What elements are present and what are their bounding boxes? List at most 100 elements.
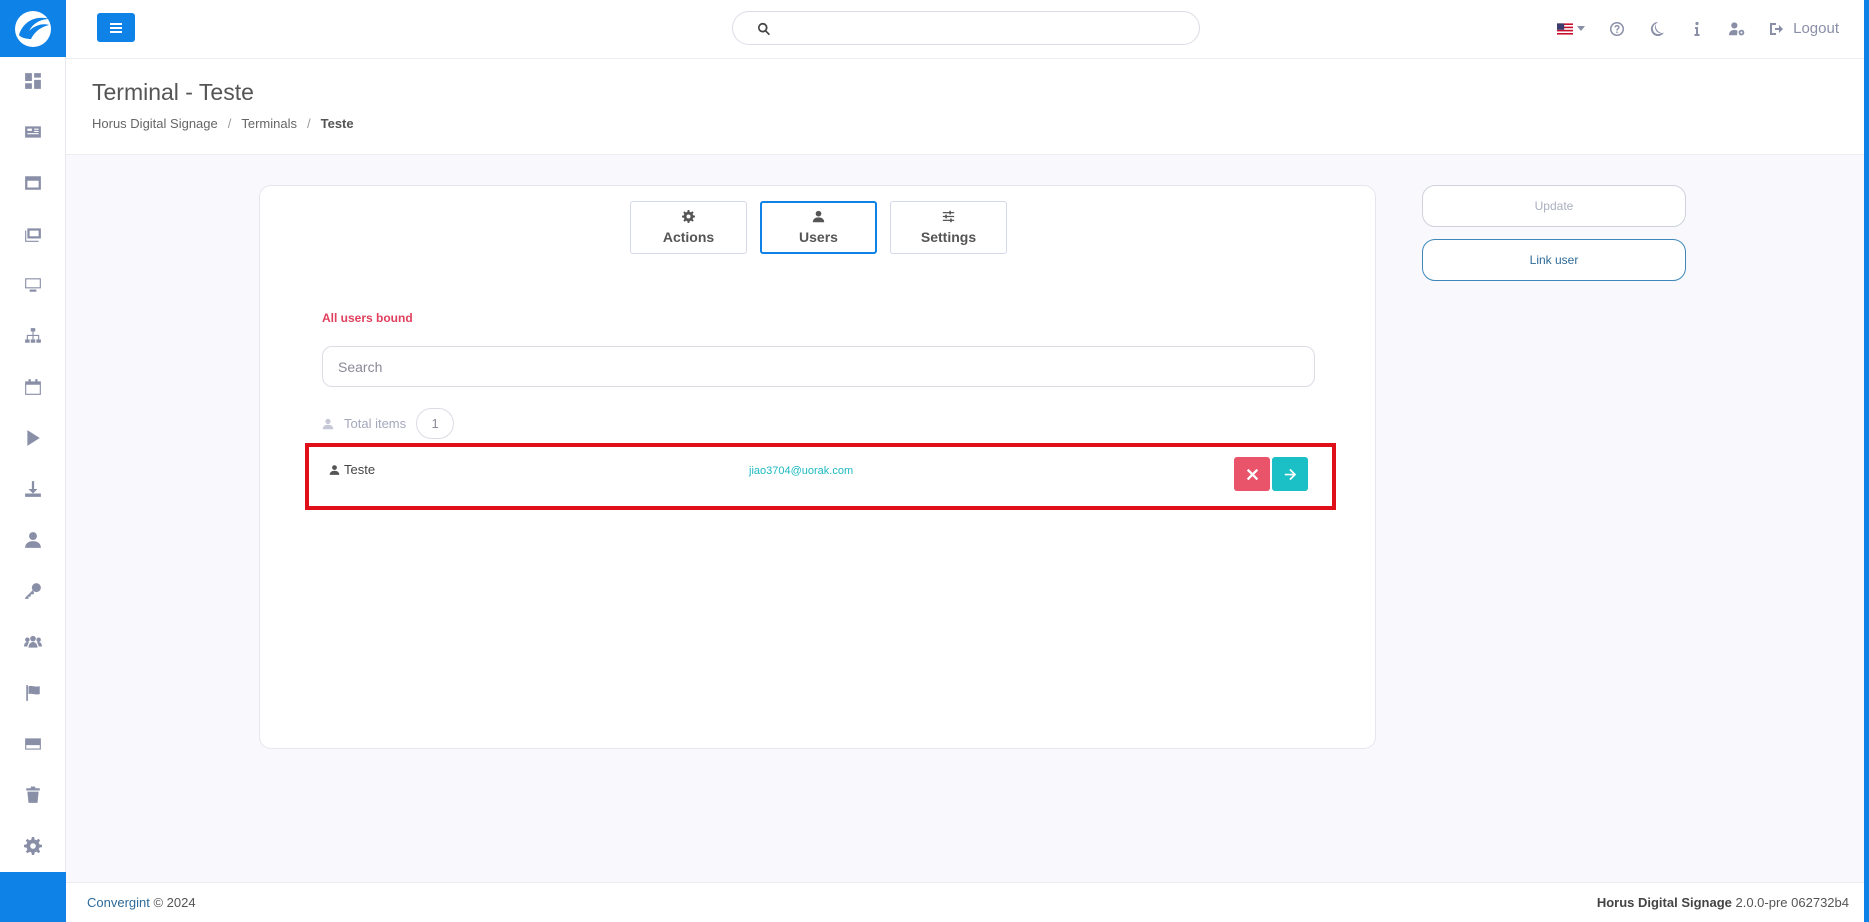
app-logo[interactable] [0, 0, 66, 57]
logout-label: Logout [1793, 20, 1839, 37]
chevron-down-icon [1577, 26, 1586, 31]
us-flag-icon [1557, 22, 1574, 35]
layout-icon [25, 176, 41, 190]
tab-actions[interactable]: Actions [630, 201, 747, 254]
user-icon [812, 210, 825, 223]
sidebar [0, 0, 66, 922]
users-notice: All users bound [322, 311, 413, 325]
nav-settings[interactable] [0, 829, 66, 863]
global-search-input[interactable] [781, 16, 1181, 40]
breadcrumb: Horus Digital Signage / Terminals / Test… [92, 116, 354, 131]
play-icon [27, 430, 40, 446]
total-items-count: 1 [416, 408, 455, 439]
calendar-icon [25, 379, 41, 395]
global-search[interactable] [732, 11, 1200, 45]
sign-out-icon [1770, 22, 1784, 35]
footer: Convergint © 2024 Horus Digital Signage … [66, 882, 1864, 922]
sitemap-icon [25, 328, 41, 343]
link-user-button[interactable]: Link user [1422, 239, 1686, 281]
tab-label: Actions [662, 229, 715, 245]
sidebar-footer-block [0, 872, 66, 922]
scrollbar[interactable] [1864, 0, 1869, 922]
breadcrumb-current: Teste [320, 116, 354, 131]
eagle-logo-icon [15, 10, 51, 47]
total-items-label: Total items [344, 416, 407, 431]
nav-terminals[interactable] [0, 268, 66, 302]
tab-label: Users [799, 229, 838, 245]
open-user-button[interactable] [1272, 457, 1308, 491]
nav-news[interactable] [0, 115, 66, 149]
tab-label: Settings [920, 229, 977, 245]
users-icon [24, 635, 42, 648]
images-icon [25, 228, 41, 242]
total-items: Total items 1 [322, 408, 455, 439]
nav-groups[interactable] [0, 319, 66, 353]
nav-teams[interactable] [0, 625, 66, 659]
close-icon [1246, 468, 1258, 480]
nav-playlists[interactable] [0, 421, 66, 455]
breadcrumb-terminals[interactable]: Terminals [241, 116, 297, 131]
search-icon [758, 22, 771, 36]
topbar-actions: Logout [1533, 0, 1839, 57]
footer-product: Horus Digital Signage [1596, 895, 1732, 910]
moon-icon [1651, 21, 1665, 36]
dark-mode-toggle[interactable] [1649, 21, 1665, 37]
unlink-user-button[interactable] [1234, 457, 1270, 491]
menu-toggle-button[interactable] [97, 13, 135, 42]
table-row[interactable]: Teste jiao3704@uorak.com [305, 443, 1336, 510]
footer-version-text: 2.0.0-pre 062732b4 [1731, 895, 1850, 910]
nav-dashboard[interactable] [0, 64, 66, 98]
page-title: Terminal - Teste [92, 79, 254, 105]
page-header: Terminal - Teste Horus Digital Signage /… [66, 59, 1864, 155]
flag-icon [26, 685, 40, 701]
breadcrumb-separator: / [227, 116, 232, 131]
footer-version: Horus Digital Signage 2.0.0-pre 062732b4 [1597, 895, 1849, 910]
question-circle-icon [1610, 21, 1625, 36]
update-button[interactable]: Update [1422, 185, 1686, 227]
language-selector[interactable] [1557, 21, 1586, 37]
user-name: Teste [344, 462, 376, 477]
tab-users[interactable]: Users [760, 201, 877, 254]
user-settings-button[interactable] [1729, 21, 1745, 37]
user-icon [329, 464, 340, 475]
tab-settings[interactable]: Settings [890, 201, 1007, 254]
monitor-icon [25, 278, 41, 292]
terminal-card: Actions Users Settings All users bound T… [259, 185, 1376, 749]
nav-downloads[interactable] [0, 472, 66, 506]
nav-devices[interactable] [0, 727, 66, 761]
nav-flags[interactable] [0, 676, 66, 710]
nav-layouts[interactable] [0, 166, 66, 200]
nav-trash[interactable] [0, 778, 66, 812]
info-icon [1694, 21, 1700, 36]
user-email-link[interactable]: jiao3704@uorak.com [749, 465, 853, 477]
user-icon [322, 418, 334, 429]
key-icon [25, 583, 41, 599]
terminal-tabs: Actions Users Settings [630, 201, 1020, 254]
gear-icon [24, 837, 42, 855]
hamburger-icon [110, 22, 122, 33]
topbar: Logout [66, 0, 1869, 59]
nav-users[interactable] [0, 523, 66, 557]
footer-copyright: Convergint © 2024 [87, 895, 196, 910]
breadcrumb-home[interactable]: Horus Digital Signage [92, 116, 218, 131]
footer-copyright-text: © 2024 [149, 895, 196, 910]
gear-icon [682, 210, 695, 223]
download-icon [25, 481, 41, 497]
user-name-cell: Teste [329, 462, 375, 477]
trash-icon [26, 786, 40, 803]
breadcrumb-separator: / [306, 116, 311, 131]
dashboard-icon [25, 73, 41, 89]
newspaper-icon [25, 126, 41, 138]
sliders-icon [942, 210, 955, 223]
help-button[interactable] [1609, 21, 1625, 37]
user-icon [25, 532, 41, 548]
footer-brand-link[interactable]: Convergint [87, 895, 150, 910]
users-search-input[interactable] [322, 346, 1315, 387]
arrow-right-icon [1284, 468, 1296, 480]
logout-button[interactable]: Logout [1769, 20, 1839, 37]
nav-schedule[interactable] [0, 370, 66, 404]
nav-media[interactable] [0, 217, 66, 251]
user-gear-icon [1729, 21, 1745, 35]
info-button[interactable] [1689, 21, 1705, 37]
nav-keys[interactable] [0, 574, 66, 608]
